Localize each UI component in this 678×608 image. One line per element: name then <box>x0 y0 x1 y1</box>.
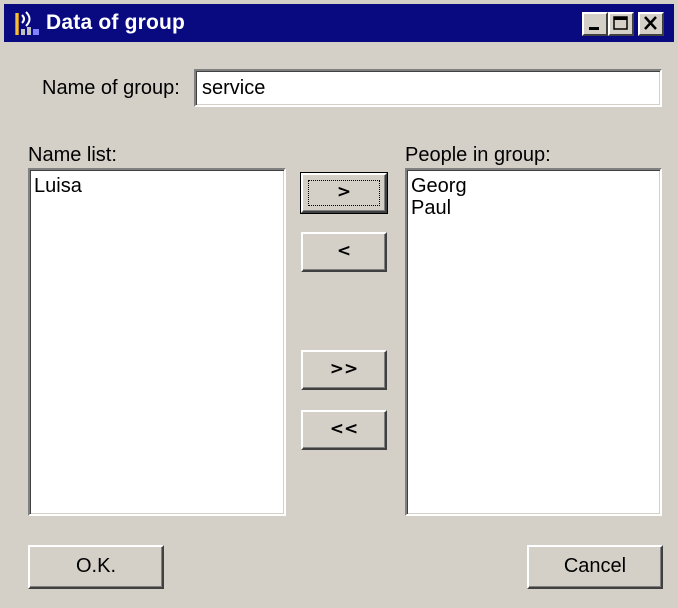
add-all-label: >> <box>329 359 359 379</box>
group-dialog: Data of group Name of group: Name list: … <box>0 0 678 608</box>
remove-one-label: < <box>336 241 352 261</box>
close-button[interactable] <box>638 12 664 36</box>
group-name-input[interactable] <box>194 69 662 107</box>
maximize-button[interactable] <box>608 12 634 36</box>
list-item[interactable]: Paul <box>411 197 656 219</box>
group-list-label: People in group: <box>405 144 551 166</box>
ok-label: O.K. <box>75 555 116 577</box>
title-bar[interactable]: Data of group <box>4 4 674 42</box>
add-all-button[interactable]: >> <box>301 350 387 390</box>
remove-all-label: << <box>329 419 359 439</box>
close-icon <box>644 16 657 30</box>
add-one-button[interactable]: > <box>300 172 388 214</box>
name-list-label: Name list: <box>28 144 117 166</box>
remove-all-button[interactable]: << <box>301 410 387 450</box>
list-item[interactable]: Georg <box>411 175 656 197</box>
cancel-button[interactable]: Cancel <box>527 545 663 589</box>
cancel-label: Cancel <box>563 555 627 577</box>
remove-one-button[interactable]: < <box>301 232 387 272</box>
group-name-label: Name of group: <box>42 77 180 99</box>
window-title: Data of group <box>46 11 186 34</box>
maximize-icon <box>613 16 628 30</box>
list-item[interactable]: Luisa <box>34 175 280 197</box>
antenna-app-icon <box>12 9 42 37</box>
ok-button[interactable]: O.K. <box>28 545 164 589</box>
group-list-box[interactable]: Georg Paul <box>405 168 662 516</box>
minimize-button[interactable] <box>582 12 608 36</box>
name-list-box[interactable]: Luisa <box>28 168 286 516</box>
minimize-icon <box>589 27 599 30</box>
focus-rect <box>308 180 380 206</box>
